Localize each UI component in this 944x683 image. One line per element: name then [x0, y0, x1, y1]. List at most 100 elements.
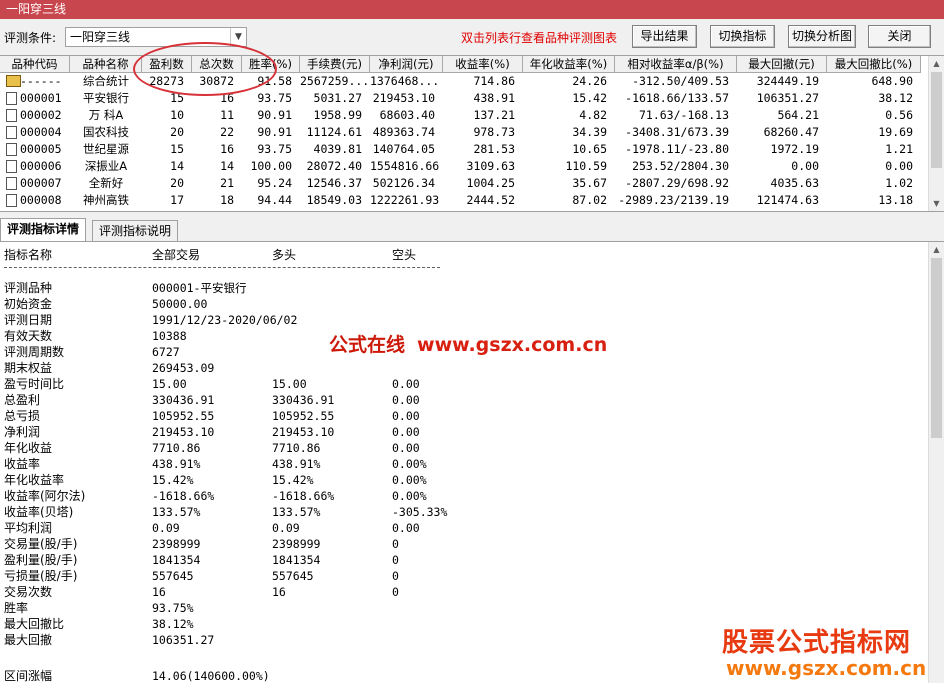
document-icon [6, 160, 17, 173]
detail-value: 6727 [152, 345, 180, 359]
cell-annual: 87.02 [572, 193, 607, 207]
cell-profit: 140764.05 [372, 142, 435, 156]
export-button[interactable]: 导出结果 [632, 25, 697, 48]
cell-ddr: 0.00 [885, 159, 913, 173]
table-row[interactable]: 000005 世纪星源 15 16 93.75 4039.81 140764.05 281.5… [0, 141, 928, 158]
scroll-up-icon[interactable]: ▲ [929, 56, 944, 71]
close-button[interactable]: 关闭 [868, 25, 931, 48]
detail-value: 269453.09 [152, 361, 215, 375]
cell-alpha: -2807.29/698.92 [625, 176, 729, 190]
column-header[interactable]: 最大回撤(元) [737, 56, 827, 73]
cell-ddr: 19.69 [878, 125, 913, 139]
table-row[interactable]: 000008 神州高铁 17 18 94.44 18549.03 1222261.93 244… [0, 192, 928, 209]
scroll-thumb[interactable] [931, 72, 942, 168]
detail-tabs: 评测指标详情 评测指标说明 [0, 218, 944, 241]
detail-header-cell: 全部交易 [152, 248, 201, 262]
cell-name: 深振业A [84, 159, 128, 173]
column-header[interactable]: 收益率(%) [443, 56, 523, 73]
window-title: 一阳穿三线 [6, 2, 67, 16]
detail-label: 净利润 [4, 425, 41, 439]
cell-dd: 68260.47 [763, 125, 819, 139]
window-titlebar: 一阳穿三线 [0, 0, 944, 19]
condition-select[interactable]: 一阳穿三线 ▼ [65, 27, 247, 47]
cell-total: 22 [220, 125, 234, 139]
column-header[interactable]: 品种名称 [70, 56, 142, 73]
detail-scrollbar[interactable]: ▲ [928, 242, 944, 683]
cell-win: 28273 [149, 74, 184, 88]
watermark-center-url: www.gszx.com.cn [417, 334, 608, 356]
detail-value: 0 [392, 569, 399, 583]
cell-rate: 95.24 [257, 176, 292, 190]
detail-value: 0.00 [392, 441, 420, 455]
detail-header-cell: 多头 [272, 248, 297, 262]
table-row[interactable]: ------ 综合统计 28273 30872 91.58 2567259... 13764… [0, 73, 928, 90]
scroll-down-icon[interactable]: ▼ [929, 196, 944, 211]
cell-annual: 15.42 [572, 91, 607, 105]
cell-total: 21 [220, 176, 234, 190]
cell-rate: 90.91 [257, 108, 292, 122]
table-row[interactable]: 000006 深振业A 14 14 100.00 28072.40 1554816.66 31… [0, 158, 928, 175]
detail-value: -305.33% [392, 505, 448, 519]
cell-rate: 100.00 [250, 159, 292, 173]
column-header[interactable]: 品种代码 [0, 56, 70, 73]
detail-value: 7710.86 [272, 441, 321, 455]
detail-label: 期末权益 [4, 361, 53, 375]
cell-dd: 564.21 [777, 108, 819, 122]
cell-fee: 18549.03 [306, 193, 362, 207]
cell-dd: 106351.27 [756, 91, 819, 105]
detail-label: 亏损量(股/手) [4, 569, 78, 583]
table-scrollbar[interactable]: ▲ ▼ [928, 56, 944, 211]
column-header[interactable]: 总次数 [192, 56, 242, 73]
detail-label: 评测品种 [4, 281, 53, 295]
table-row[interactable]: 000001 平安银行 15 16 93.75 5031.27 219453.10 438.9… [0, 90, 928, 107]
switch-chart-button[interactable]: 切换分析图 [788, 25, 856, 48]
detail-value: 0.00% [392, 473, 427, 487]
detail-value: 0.00 [392, 409, 420, 423]
detail-value: 105952.55 [272, 409, 335, 423]
cell-code: 000002 [20, 108, 62, 122]
detail-label: 交易量(股/手) [4, 537, 78, 551]
cell-total: 16 [220, 142, 234, 156]
column-header[interactable]: 最大回撤比(%) [827, 56, 921, 73]
detail-value: 10388 [152, 329, 187, 343]
detail-label: 总盈利 [4, 393, 41, 407]
column-header[interactable]: 相对收益率α/β(%) [615, 56, 737, 73]
detail-value: 38.12% [152, 617, 194, 631]
watermark-corner-title: 股票公式指标网 [722, 628, 912, 658]
detail-value: 105952.55 [152, 409, 215, 423]
cell-code: 000004 [20, 125, 62, 139]
chevron-down-icon[interactable]: ▼ [230, 28, 246, 46]
column-header[interactable]: 胜率(%) [242, 56, 300, 73]
detail-value: 0.09 [152, 521, 180, 535]
column-header[interactable]: 盈利数 [142, 56, 192, 73]
switch-indicator-button[interactable]: 切换指标 [710, 25, 775, 48]
tab-indicator-explanation[interactable]: 评测指标说明 [92, 220, 179, 241]
detail-value: 330436.91 [152, 393, 215, 407]
scroll-thumb[interactable] [931, 258, 942, 438]
cell-name: 全新好 [88, 176, 124, 190]
table-row[interactable]: 000007 全新好 20 21 95.24 12546.37 502126.34 1004.… [0, 175, 928, 192]
scroll-up-icon[interactable]: ▲ [929, 242, 944, 257]
tab-indicator-details[interactable]: 评测指标详情 [0, 218, 87, 241]
table-row[interactable]: 000002 万 科A 10 11 90.91 1958.99 68603.40 137.21… [0, 107, 928, 124]
document-icon [6, 143, 17, 156]
detail-label: 评测日期 [4, 313, 53, 327]
table-row[interactable]: 000004 国农科技 20 22 90.91 11124.61 489363.74 978.… [0, 124, 928, 141]
toolbar: 评测条件: 一阳穿三线 ▼ 双击列表行查看品种评测图表 导出结果 切换指标 切换… [0, 19, 944, 55]
detail-value: 0 [392, 553, 399, 567]
detail-label: 收益率 [4, 457, 41, 471]
column-header[interactable]: 年化收益率(%) [523, 56, 615, 73]
detail-label: 盈亏时间比 [4, 377, 65, 391]
column-header[interactable]: 净利润(元) [370, 56, 443, 73]
detail-value: 1991/12/23-2020/06/02 [152, 313, 298, 327]
detail-value: 15.00 [272, 377, 307, 391]
detail-value: 16 [272, 585, 286, 599]
cell-win: 14 [170, 159, 184, 173]
cell-name: 万 科A [88, 108, 124, 122]
column-header[interactable]: 手续费(元) [300, 56, 370, 73]
detail-value: 133.57% [152, 505, 201, 519]
document-icon [6, 92, 17, 105]
cell-alpha: -1618.66/133.57 [625, 91, 729, 105]
cell-code: 000006 [20, 159, 62, 173]
cell-code: 000005 [20, 142, 62, 156]
